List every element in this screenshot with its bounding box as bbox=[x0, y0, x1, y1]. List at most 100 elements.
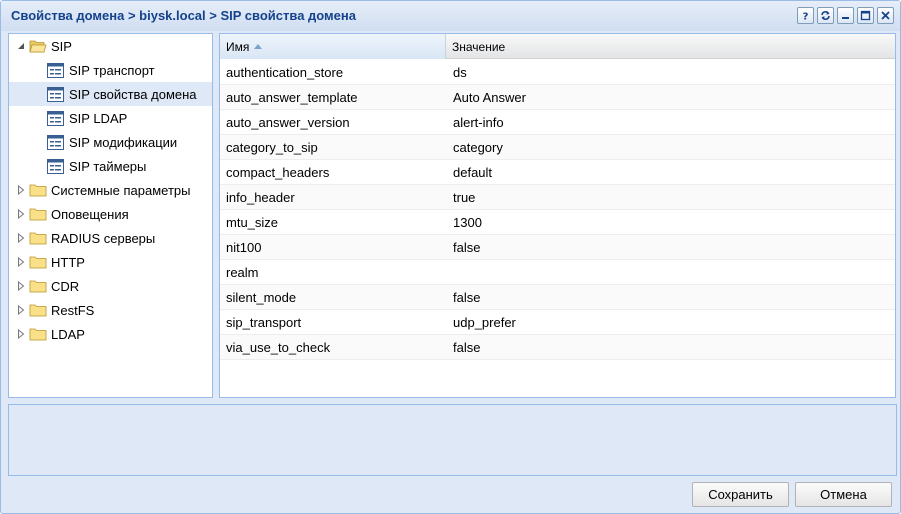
property-value-cell[interactable]: alert-info bbox=[447, 110, 895, 135]
column-header-label: Значение bbox=[452, 39, 506, 54]
settings-tree: SIP SIP транспорт SIP свойства домена SI… bbox=[8, 33, 213, 398]
settings-page-icon bbox=[47, 158, 64, 174]
tree-node-notifications[interactable]: Оповещения bbox=[9, 202, 212, 226]
tree-node-label: SIP LDAP bbox=[69, 110, 128, 126]
property-value-cell[interactable]: ds bbox=[447, 60, 895, 85]
property-value-cell[interactable]: udp_prefer bbox=[447, 310, 895, 335]
tree-node-radius-servers[interactable]: RADIUS серверы bbox=[9, 226, 212, 250]
tree-node-restfs[interactable]: RestFS bbox=[9, 298, 212, 322]
column-header-value[interactable]: Значение bbox=[446, 34, 895, 59]
property-name-cell: authentication_store bbox=[226, 65, 344, 80]
property-name-cell: silent_mode bbox=[226, 290, 297, 305]
column-header-label: Имя bbox=[226, 39, 250, 54]
collapsed-arrow-icon[interactable] bbox=[15, 328, 27, 340]
tree-node-ldap[interactable]: LDAP bbox=[9, 322, 212, 346]
settings-page-icon bbox=[47, 110, 64, 126]
tree-node-http[interactable]: HTTP bbox=[9, 250, 212, 274]
folder-icon bbox=[29, 256, 47, 269]
table-row[interactable]: auto_answer_version alert-info bbox=[220, 110, 895, 135]
property-name-cell: sip_transport bbox=[226, 315, 302, 330]
tree-node-system-parameters[interactable]: Системные параметры bbox=[9, 178, 212, 202]
refresh-icon bbox=[821, 11, 830, 20]
tree-node-sip-transport[interactable]: SIP транспорт bbox=[9, 58, 212, 82]
property-value-cell[interactable]: Auto Answer bbox=[447, 85, 895, 110]
window-titlebar[interactable]: Свойства домена > biysk.local > SIP свой… bbox=[1, 1, 900, 31]
property-name-cell: nit100 bbox=[226, 240, 262, 255]
collapsed-arrow-icon[interactable] bbox=[15, 280, 27, 292]
tree-node-sip-timers[interactable]: SIP таймеры bbox=[9, 154, 212, 178]
open-folder-icon bbox=[29, 40, 47, 53]
tree-node-sip[interactable]: SIP bbox=[9, 34, 212, 58]
properties-grid: Имя Значение authentication_store ds auto_… bbox=[219, 33, 896, 398]
folder-icon bbox=[29, 184, 47, 197]
property-value-cell[interactable]: false bbox=[447, 285, 895, 310]
property-name-cell: auto_answer_template bbox=[226, 90, 358, 105]
tree-node-label: SIP свойства домена bbox=[69, 86, 197, 102]
property-value-cell[interactable]: 1300 bbox=[447, 210, 895, 235]
property-value-cell[interactable]: category bbox=[447, 135, 895, 160]
table-row[interactable]: compact_headers default bbox=[220, 160, 895, 185]
close-button[interactable] bbox=[877, 7, 894, 24]
property-name-cell: auto_answer_version bbox=[226, 115, 350, 130]
tree-node-cdr[interactable]: CDR bbox=[9, 274, 212, 298]
tree-node-label: LDAP bbox=[51, 326, 85, 342]
help-button[interactable]: ? bbox=[797, 7, 814, 24]
table-row[interactable]: sip_transport udp_prefer bbox=[220, 310, 895, 335]
table-row[interactable]: category_to_sip category bbox=[220, 135, 895, 160]
cancel-button[interactable]: Отмена bbox=[795, 482, 892, 507]
property-name-cell: category_to_sip bbox=[226, 140, 318, 155]
folder-icon bbox=[29, 232, 47, 245]
expanded-arrow-icon[interactable] bbox=[15, 40, 27, 52]
tree-node-label: RestFS bbox=[51, 302, 95, 318]
table-row[interactable]: silent_mode false bbox=[220, 285, 895, 310]
property-value-cell[interactable]: true bbox=[447, 185, 895, 210]
table-row[interactable]: mtu_size 1300 bbox=[220, 210, 895, 235]
minimize-button[interactable] bbox=[837, 7, 854, 24]
table-row[interactable]: auto_answer_template Auto Answer bbox=[220, 85, 895, 110]
property-value-cell[interactable]: default bbox=[447, 160, 895, 185]
column-header-name[interactable]: Имя bbox=[220, 34, 446, 59]
tree-node-label: Оповещения bbox=[51, 206, 129, 222]
tree-node-label: SIP bbox=[51, 38, 72, 54]
refresh-button[interactable] bbox=[817, 7, 834, 24]
tree-node-label: RADIUS серверы bbox=[51, 230, 156, 246]
property-name-cell: info_header bbox=[226, 190, 295, 205]
property-name-cell: mtu_size bbox=[226, 215, 279, 230]
table-row[interactable]: authentication_store ds bbox=[220, 60, 895, 85]
collapsed-arrow-icon[interactable] bbox=[15, 304, 27, 316]
grid-header: Имя Значение bbox=[220, 34, 895, 59]
tree-node-label: SIP таймеры bbox=[69, 158, 147, 174]
window-tools: ? bbox=[797, 7, 894, 24]
settings-page-icon bbox=[47, 86, 64, 102]
tree-node-label: CDR bbox=[51, 278, 80, 294]
table-row[interactable]: realm bbox=[220, 260, 895, 285]
domain-properties-window: Свойства домена > biysk.local > SIP свой… bbox=[0, 0, 901, 514]
save-button[interactable]: Сохранить bbox=[692, 482, 789, 507]
maximize-icon bbox=[860, 10, 871, 21]
table-row[interactable]: via_use_to_check false bbox=[220, 335, 895, 360]
tree-node-label: Системные параметры bbox=[51, 182, 191, 198]
minimize-icon bbox=[842, 17, 849, 19]
property-name-cell: compact_headers bbox=[226, 165, 330, 180]
collapsed-arrow-icon[interactable] bbox=[15, 256, 27, 268]
tree-node-sip-ldap[interactable]: SIP LDAP bbox=[9, 106, 212, 130]
tree-node-label: HTTP bbox=[51, 254, 85, 270]
folder-icon bbox=[29, 280, 47, 293]
sort-ascending-icon bbox=[254, 44, 263, 49]
tree-node-label: SIP модификации bbox=[69, 134, 178, 150]
table-row[interactable]: nit100 false bbox=[220, 235, 895, 260]
help-icon: ? bbox=[803, 12, 809, 22]
property-value-cell[interactable] bbox=[447, 260, 895, 285]
property-name-cell: realm bbox=[226, 265, 259, 280]
property-value-cell[interactable]: false bbox=[447, 335, 895, 360]
collapsed-arrow-icon[interactable] bbox=[15, 232, 27, 244]
collapsed-arrow-icon[interactable] bbox=[15, 184, 27, 196]
tree-node-sip-modifications[interactable]: SIP модификации bbox=[9, 130, 212, 154]
maximize-button[interactable] bbox=[857, 7, 874, 24]
property-value-cell[interactable]: false bbox=[447, 235, 895, 260]
table-row[interactable]: info_header true bbox=[220, 185, 895, 210]
svg-text:?: ? bbox=[803, 12, 809, 22]
collapsed-arrow-icon[interactable] bbox=[15, 208, 27, 220]
tree-node-sip-domain-properties[interactable]: SIP свойства домена bbox=[9, 82, 212, 106]
details-panel bbox=[8, 404, 897, 476]
